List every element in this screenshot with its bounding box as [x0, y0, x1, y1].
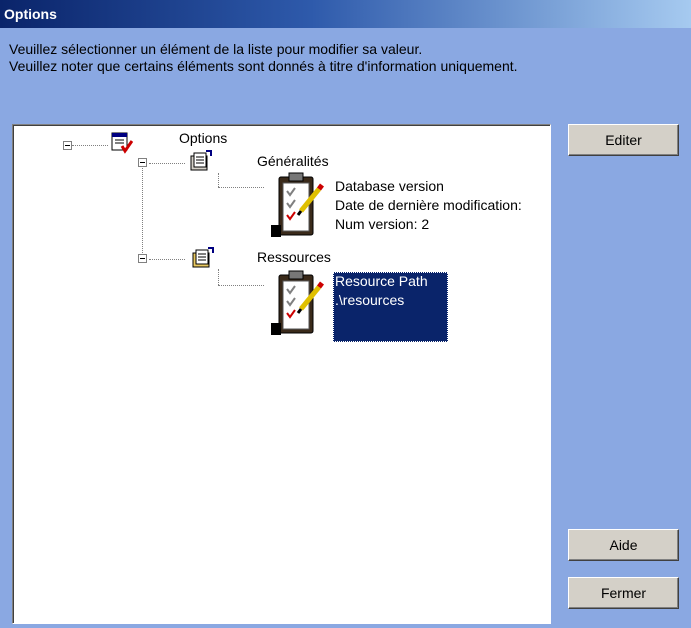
general-item-text[interactable]: Database version Date de dernière modifi…: [335, 177, 522, 234]
window-title: Options: [4, 6, 57, 22]
tree-line: [218, 187, 264, 188]
tree-line: [218, 285, 264, 286]
instruction-line-2: Veuillez noter que certains éléments son…: [9, 58, 518, 74]
help-button[interactable]: Aide: [568, 529, 679, 561]
title-bar: Options: [0, 0, 691, 28]
clipboard-icon: [271, 172, 324, 237]
properties-icon: [192, 247, 214, 268]
clipboard-icon: [271, 270, 324, 335]
general-item-line: Num version: 2: [335, 216, 430, 232]
tree-node-general[interactable]: Généralités: [257, 153, 329, 169]
options-tree[interactable]: Options Généralités Database version Dat…: [12, 124, 551, 624]
properties-icon: [190, 150, 212, 171]
edit-button[interactable]: Editer: [568, 124, 679, 156]
general-item-line: Date de dernière modification:: [335, 197, 522, 213]
root-collapse-toggle[interactable]: [63, 141, 72, 150]
general-item-line: Database version: [335, 178, 444, 194]
options-window: Options Veuillez sélectionner un élément…: [0, 0, 691, 628]
resources-item-selected[interactable]: Resource Path .\resources: [333, 272, 448, 342]
tree-node-resources[interactable]: Ressources: [257, 249, 331, 265]
instruction-line-1: Veuillez sélectionner un élément de la l…: [9, 41, 423, 57]
tree-line: [218, 173, 219, 187]
resources-item-line: .\resources: [335, 292, 405, 308]
resources-collapse-toggle[interactable]: [138, 254, 147, 263]
tree-line: [218, 269, 219, 285]
tree-line: [149, 259, 185, 260]
instructions: Veuillez sélectionner un élément de la l…: [9, 41, 518, 75]
tree-node-options[interactable]: Options: [179, 130, 227, 146]
tree-line: [142, 161, 143, 259]
resources-item-line: Resource Path: [335, 273, 428, 289]
general-collapse-toggle[interactable]: [138, 158, 147, 167]
tree-line: [149, 163, 185, 164]
options-icon: [111, 132, 133, 154]
close-button[interactable]: Fermer: [568, 577, 679, 609]
tree-line: [72, 145, 108, 146]
